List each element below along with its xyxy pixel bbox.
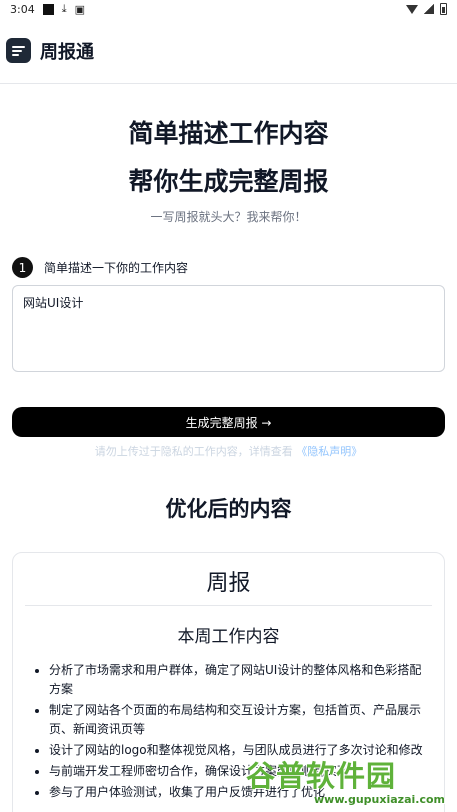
- hero-title-line1: 简单描述工作内容: [128, 119, 329, 148]
- list-item: 制定了网站各个页面的布局结构和交互设计方案，包括首页、产品展示页、新闻资讯页等: [49, 701, 432, 739]
- signal-icon: [424, 4, 434, 14]
- app-bar: 周报通: [0, 18, 457, 84]
- watermark: 谷普软件园 www.gupuxiazai.com: [246, 760, 451, 808]
- download-icon: ⤓: [61, 2, 67, 15]
- privacy-policy-link[interactable]: 《隐私声明》: [296, 445, 362, 458]
- menu-lines-icon: [6, 38, 31, 63]
- step-label: 简单描述一下你的工作内容: [44, 261, 189, 275]
- privacy-text: 请勿上传过于隐私的工作内容，详情查看: [94, 445, 293, 458]
- watermark-text: 谷普软件园: [246, 759, 397, 793]
- generate-report-button[interactable]: 生成完整周报 →: [12, 407, 445, 437]
- status-right: [406, 3, 447, 15]
- result-section-title: 优化后的内容: [165, 497, 292, 521]
- battery-icon: [440, 3, 447, 15]
- work-description-input[interactable]: 网站UI设计: [12, 285, 445, 372]
- hero-subtitle: 一写周报就头大？我来帮你！: [150, 210, 307, 224]
- hero-title-line2: 帮你生成完整周报: [128, 167, 329, 196]
- step-number-badge: 1: [12, 257, 33, 278]
- hero: 简单描述工作内容 帮你生成完整周报 一写周报就头大？我来帮你！: [0, 118, 457, 225]
- step-header: 1 简单描述一下你的工作内容: [12, 257, 457, 278]
- status-left: 3:04 ⤓ ▣: [10, 2, 85, 16]
- list-item: 设计了网站的logo和整体视觉风格，与团队成员进行了多次讨论和修改: [49, 741, 432, 760]
- watermark-url: www.gupuxiazai.com: [314, 793, 445, 806]
- status-bar: 3:04 ⤓ ▣: [0, 0, 457, 18]
- wifi-icon: [406, 4, 418, 14]
- status-time: 3:04: [10, 2, 35, 16]
- privacy-notice: 请勿上传过于隐私的工作内容，详情查看 《隐私声明》: [0, 443, 457, 459]
- app-notification-icon: ▣: [74, 2, 85, 16]
- app-title: 周报通: [40, 41, 94, 63]
- list-item: 分析了市场需求和用户群体，确定了网站UI设计的整体风格和色彩搭配方案: [49, 661, 432, 699]
- notification-icon: [42, 3, 54, 15]
- report-heading: 周报: [25, 565, 432, 606]
- report-subheading: 本周工作内容: [177, 627, 280, 647]
